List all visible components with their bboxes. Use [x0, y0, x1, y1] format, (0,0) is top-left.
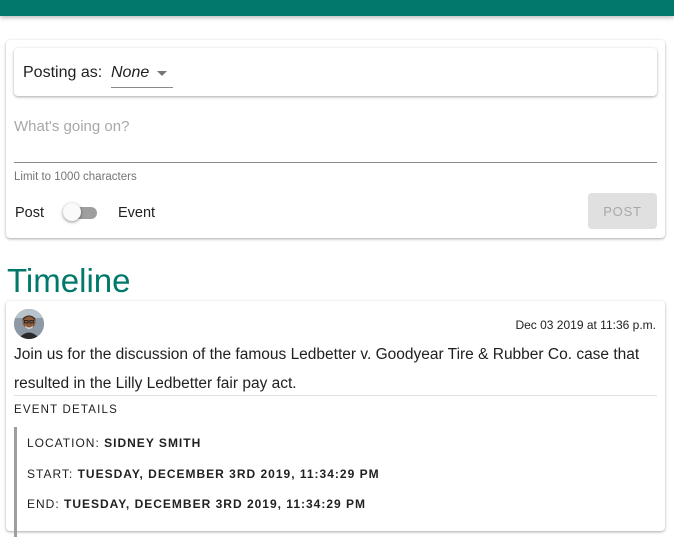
post-button[interactable]: POST — [588, 193, 657, 229]
event-details-box: LOCATION: SIDNEY SMITH START: TUESDAY, D… — [14, 427, 617, 537]
post-event-switch[interactable] — [63, 203, 99, 221]
post-text-input[interactable] — [14, 118, 657, 163]
app-bar — [0, 0, 674, 16]
event-location-value: SIDNEY SMITH — [104, 436, 202, 450]
avatar[interactable] — [14, 309, 44, 339]
post-type-toggle-row: Post Event — [15, 203, 315, 223]
posting-as-select[interactable]: None — [111, 57, 173, 88]
compose-card: Posting as: None Limit to 1000 character… — [6, 40, 665, 238]
event-start-label: START: — [27, 467, 74, 481]
posting-as-label: Posting as: — [23, 64, 103, 81]
event-end-label: END: — [27, 497, 60, 511]
posting-as-row: Posting as: None — [14, 48, 657, 96]
event-location-label: LOCATION: — [27, 436, 100, 450]
divider — [14, 395, 657, 396]
toggle-post-label: Post — [15, 205, 45, 221]
event-details-heading: EVENT DETAILS — [14, 404, 119, 416]
post-body-text: Join us for the discussion of the famous… — [14, 346, 640, 392]
switch-thumb — [63, 203, 81, 221]
event-location: LOCATION: SIDNEY SMITH — [27, 436, 201, 450]
event-end: END: TUESDAY, DECEMBER 3RD 2019, 11:34:2… — [27, 497, 366, 511]
posting-as-value: None — [111, 64, 150, 81]
character-limit-hint: Limit to 1000 characters — [14, 171, 137, 183]
event-end-value: TUESDAY, DECEMBER 3RD 2019, 11:34:29 PM — [64, 497, 367, 511]
event-start-value: TUESDAY, DECEMBER 3RD 2019, 11:34:29 PM — [77, 467, 380, 481]
event-start: START: TUESDAY, DECEMBER 3RD 2019, 11:34… — [27, 467, 380, 481]
avatar-image — [14, 309, 44, 339]
post-timestamp: Dec 03 2019 at 11:36 p.m. — [515, 318, 656, 332]
chevron-down-icon — [157, 71, 167, 76]
toggle-event-label: Event — [118, 205, 156, 221]
timeline-title: Timeline — [7, 262, 131, 299]
timeline-post-card: Dec 03 2019 at 11:36 p.m. Join us for th… — [6, 301, 665, 537]
